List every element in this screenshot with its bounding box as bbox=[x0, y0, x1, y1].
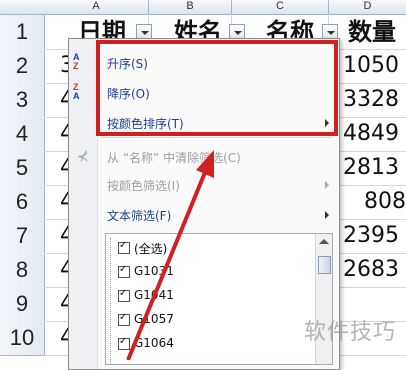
annotation-arrow bbox=[126, 150, 214, 360]
watermark: 软件技巧 bbox=[303, 320, 396, 345]
